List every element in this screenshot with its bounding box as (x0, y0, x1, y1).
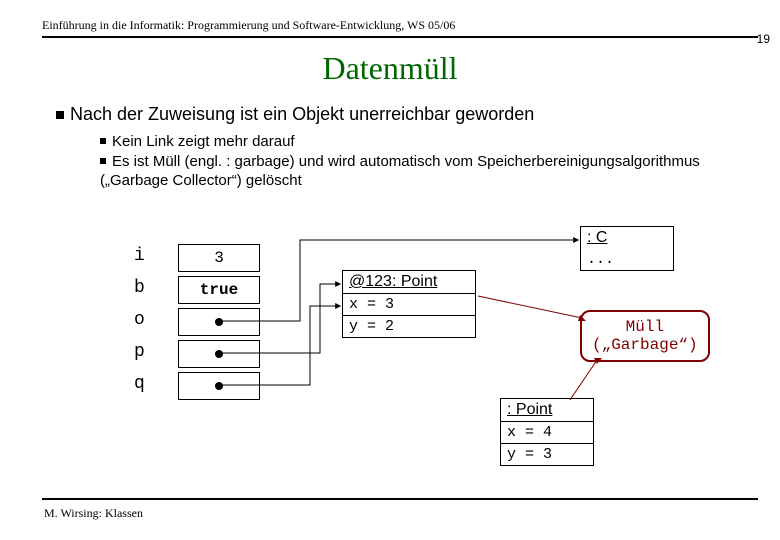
obj-point1-header: @123: Point (342, 270, 476, 294)
memory-diagram: i b o p q 3 true : C ... @123: Point x =… (0, 0, 780, 540)
var-q-label: q (134, 374, 145, 394)
garbage-label: Müll („Garbage“) (580, 310, 710, 362)
cell-i: 3 (178, 244, 260, 272)
obj-c-header: : C (580, 226, 674, 250)
var-o-label: o (134, 310, 145, 330)
obj-point1-y: y = 2 (342, 316, 476, 338)
obj-point2-y: y = 3 (500, 444, 594, 466)
obj-c-body: ... (580, 249, 674, 271)
garbage-label-line1: Müll (592, 318, 698, 336)
footer: M. Wirsing: Klassen (44, 506, 143, 521)
cell-b: true (178, 276, 260, 304)
rule-bottom (42, 498, 758, 500)
cell-q (178, 372, 260, 400)
cell-p (178, 340, 260, 368)
obj-point2-header: : Point (500, 398, 594, 422)
cell-o (178, 308, 260, 336)
obj-point2-x: x = 4 (500, 422, 594, 444)
var-p-label: p (134, 342, 145, 362)
var-b-label: b (134, 278, 145, 298)
obj-point1-x: x = 3 (342, 294, 476, 316)
var-i-label: i (134, 246, 145, 266)
garbage-label-line2: („Garbage“) (592, 336, 698, 354)
